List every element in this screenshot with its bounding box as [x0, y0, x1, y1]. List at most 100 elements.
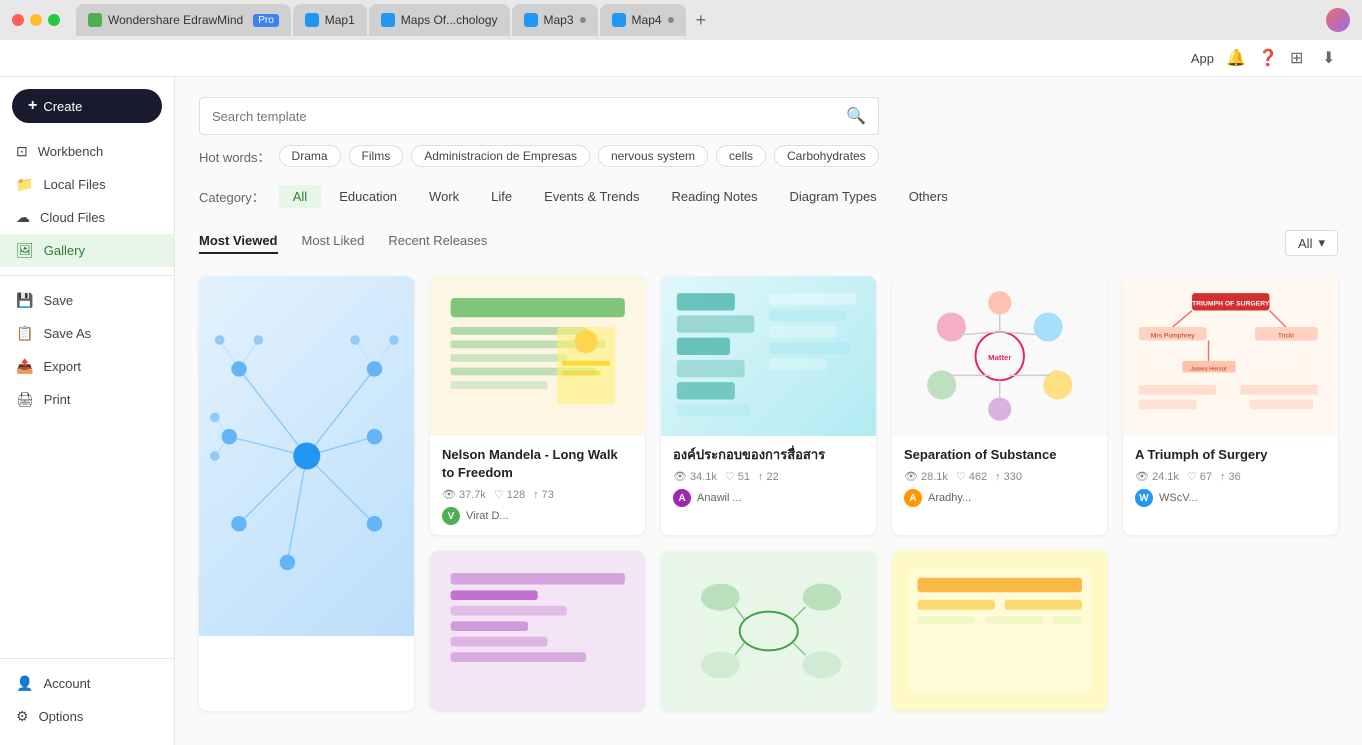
card-thai[interactable]: องค์ประกอบของการสื่อสาร 👁 34.1k ♡ 51 ↑ 2…: [661, 276, 876, 535]
hot-tag-nervous[interactable]: nervous system: [598, 145, 708, 167]
help-icon[interactable]: ❓: [1258, 48, 1278, 68]
root-node: [293, 442, 320, 469]
sidebar-item-save[interactable]: 💾 Save: [0, 284, 174, 317]
shares-stat-5: ↑ 36: [1220, 471, 1241, 483]
hot-tag-empresas[interactable]: Administracion de Empresas: [411, 145, 590, 167]
hot-tag-films[interactable]: Films: [349, 145, 404, 167]
sidebar-item-save-as[interactable]: 📋 Save As: [0, 317, 174, 350]
likes-stat-3: ♡ 51: [725, 470, 750, 483]
tab-maps-chology[interactable]: Maps Of...chology: [369, 4, 510, 36]
unsaved-dot: [668, 17, 674, 23]
user-avatar[interactable]: [1326, 8, 1350, 32]
card-separation[interactable]: Matter Separation of Substance 👁 28.1k ♡…: [892, 276, 1107, 535]
sidebar-item-print[interactable]: 🖨 Print: [0, 383, 174, 416]
card-thumb-4: Matter: [892, 276, 1107, 436]
sidebar: + Create ⊡ Workbench 📁 Local Files ☁ Clo…: [0, 77, 175, 745]
card-thumb-extra-2: [661, 551, 876, 711]
new-tab-button[interactable]: +: [688, 10, 715, 31]
sidebar-item-export[interactable]: 📤 Export: [0, 350, 174, 383]
tab-label: Wondershare EdrawMind: [108, 13, 243, 27]
sidebar-item-gallery[interactable]: 🖼 Gallery: [0, 234, 174, 267]
sort-most-liked[interactable]: Most Liked: [302, 233, 365, 254]
share-icon[interactable]: ⬇: [1322, 48, 1342, 68]
tab-map4[interactable]: Map4: [600, 4, 686, 36]
sort-row: Most Viewed Most Liked Recent Releases A…: [199, 230, 1338, 256]
hot-tag-cells[interactable]: cells: [716, 145, 766, 167]
tab-map3[interactable]: Map3: [512, 4, 598, 36]
author-avatar-2: V: [442, 507, 460, 525]
card-extra-1[interactable]: [430, 551, 645, 711]
edrawmind-icon: [88, 13, 102, 27]
card-stats-3: 👁 34.1k ♡ 51 ↑ 22: [673, 470, 864, 483]
sidebar-label-options: Options: [39, 709, 84, 724]
views-stat: 👁 37.7k: [442, 488, 486, 501]
card-large-mindmap[interactable]: [199, 276, 414, 711]
card-stats-2: 👁 37.7k ♡ 128 ↑ 73: [442, 488, 633, 501]
card-extra-2[interactable]: [661, 551, 876, 711]
sidebar-item-workbench[interactable]: ⊡ Workbench: [0, 135, 174, 168]
tab-label: Map1: [325, 13, 355, 27]
sidebar-label-gallery: Gallery: [44, 243, 85, 258]
maps-icon: [381, 13, 395, 27]
tab-map1[interactable]: Map1: [293, 4, 367, 36]
shares-stat-4: ↑ 330: [995, 471, 1022, 483]
main-layout: + Create ⊡ Workbench 📁 Local Files ☁ Clo…: [0, 77, 1362, 745]
search-input[interactable]: [212, 109, 846, 124]
export-icon: 📤: [16, 358, 33, 375]
window-controls[interactable]: [12, 14, 60, 26]
sidebar-item-account[interactable]: 👤 Account: [0, 667, 174, 700]
tab-edrawmind[interactable]: Wondershare EdrawMind Pro: [76, 4, 291, 36]
card-author-5: W WScV...: [1135, 489, 1326, 507]
shares-stat-3: ↑ 22: [758, 471, 779, 483]
filter-dropdown[interactable]: All ▾: [1285, 230, 1338, 256]
grid-icon[interactable]: ⊞: [1290, 48, 1310, 68]
likes-stat-5: ♡ 67: [1187, 470, 1212, 483]
search-box: 🔍: [199, 97, 879, 135]
cat-btn-all[interactable]: All: [279, 185, 321, 208]
workbench-icon: ⊡: [16, 143, 28, 160]
hot-tag-carbohydrates[interactable]: Carbohydrates: [774, 145, 879, 167]
card-nelson-mandela[interactable]: Nelson Mandela - Long Walk to Freedom 👁 …: [430, 276, 645, 535]
sort-most-viewed[interactable]: Most Viewed: [199, 233, 278, 254]
card-thumb-5: TRIUMPH OF SURGERY Mrs Pumphrey Tricki J…: [1123, 276, 1338, 436]
settings-icon: ⚙: [16, 708, 29, 725]
sidebar-item-local-files[interactable]: 📁 Local Files: [0, 168, 174, 201]
content-area: 🔍 Hot words： Drama Films Administracion …: [175, 77, 1362, 745]
category-row: Category： All Education Work Life Events…: [199, 183, 1338, 210]
author-name-5: WScV...: [1159, 492, 1198, 504]
cat-btn-education[interactable]: Education: [325, 185, 411, 208]
card-thumb-1: [199, 276, 414, 636]
card-surgery[interactable]: TRIUMPH OF SURGERY Mrs Pumphrey Tricki J…: [1123, 276, 1338, 535]
cat-btn-life[interactable]: Life: [477, 185, 526, 208]
bell-icon[interactable]: 🔔: [1226, 48, 1246, 68]
sidebar-item-options[interactable]: ⚙ Options: [0, 700, 174, 733]
author-avatar-4: A: [904, 489, 922, 507]
maximize-button[interactable]: [48, 14, 60, 26]
card-extra-3[interactable]: [892, 551, 1107, 711]
account-icon: 👤: [16, 675, 33, 692]
hot-tag-drama[interactable]: Drama: [279, 145, 341, 167]
create-button[interactable]: + Create: [12, 89, 162, 123]
views-stat-5: 👁 24.1k: [1135, 470, 1179, 483]
sidebar-item-cloud-files[interactable]: ☁ Cloud Files: [0, 201, 174, 234]
cat-btn-events[interactable]: Events & Trends: [530, 185, 653, 208]
cat-btn-others[interactable]: Others: [895, 185, 962, 208]
hot-words-label: Hot words：: [199, 147, 271, 166]
gallery-icon: 🖼: [16, 242, 34, 259]
cat-btn-reading-notes[interactable]: Reading Notes: [658, 185, 772, 208]
views-stat-3: 👁 34.1k: [673, 470, 717, 483]
map4-icon: [612, 13, 626, 27]
sort-recent[interactable]: Recent Releases: [388, 233, 487, 254]
card-thumb-extra-3: [892, 551, 1107, 711]
cat-btn-work[interactable]: Work: [415, 185, 473, 208]
sidebar-label-workbench: Workbench: [38, 144, 104, 159]
sidebar-divider-2: [0, 658, 174, 659]
close-button[interactable]: [12, 14, 24, 26]
app-label[interactable]: App: [1191, 51, 1214, 66]
sidebar-label-print: Print: [44, 392, 71, 407]
plus-icon: +: [28, 97, 37, 115]
minimize-button[interactable]: [30, 14, 42, 26]
cat-btn-diagram-types[interactable]: Diagram Types: [776, 185, 891, 208]
card-stats-4: 👁 28.1k ♡ 462 ↑ 330: [904, 470, 1095, 483]
search-icon[interactable]: 🔍: [846, 106, 866, 126]
